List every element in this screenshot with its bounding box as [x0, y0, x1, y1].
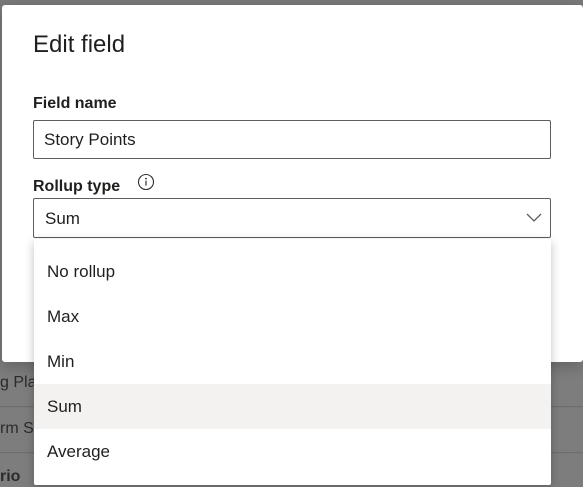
- chevron-down-icon: [526, 213, 542, 222]
- background-row-text: rio: [0, 468, 21, 485]
- background-row-text: g Pla: [0, 374, 37, 391]
- rollup-type-dropdown: No rollup Max Min Sum Average: [34, 239, 551, 485]
- rollup-type-select[interactable]: Sum: [33, 198, 551, 238]
- field-name-input[interactable]: [33, 120, 551, 159]
- dropdown-option-average[interactable]: Average: [34, 429, 551, 474]
- dropdown-option-no-rollup[interactable]: No rollup: [34, 249, 551, 294]
- dropdown-option-max[interactable]: Max: [34, 294, 551, 339]
- rollup-type-label: Rollup type: [33, 178, 121, 195]
- dropdown-option-min[interactable]: Min: [34, 339, 551, 384]
- dialog-title: Edit field: [33, 31, 126, 58]
- dropdown-option-sum[interactable]: Sum: [34, 384, 551, 429]
- rollup-type-value: Sum: [45, 209, 80, 228]
- background-row-text: rm S: [0, 420, 34, 437]
- field-name-label: Field name: [33, 95, 117, 112]
- info-icon[interactable]: [137, 173, 155, 191]
